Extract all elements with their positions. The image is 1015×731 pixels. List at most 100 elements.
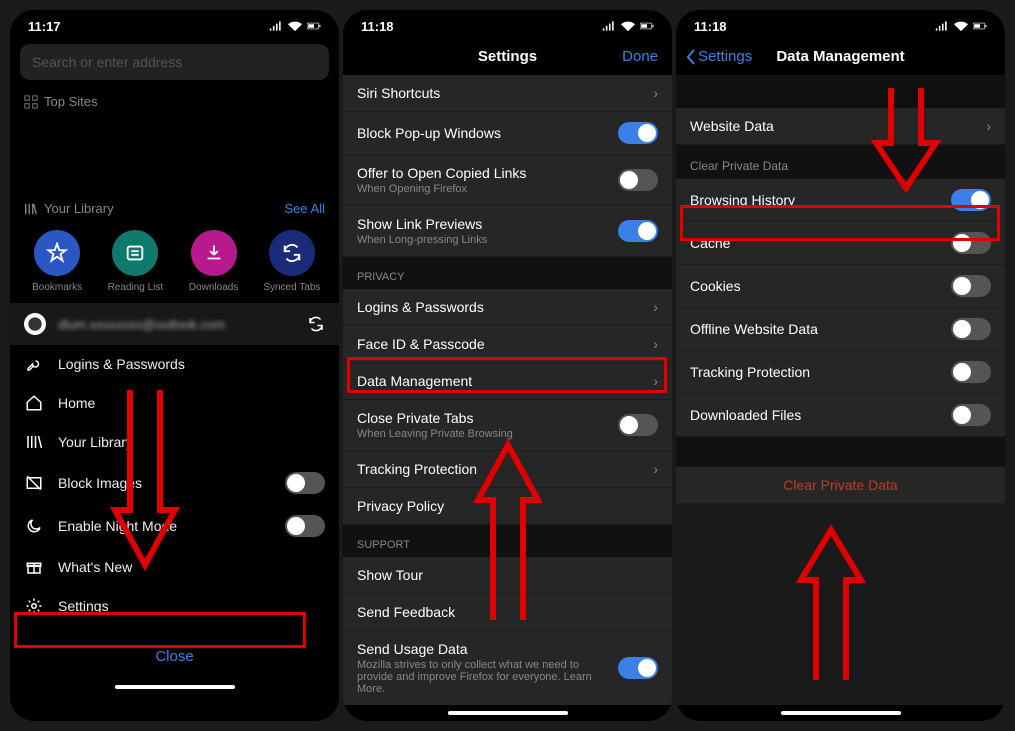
block-popups-toggle[interactable] bbox=[618, 122, 658, 144]
row-downloaded-files[interactable]: Downloaded Files bbox=[676, 394, 1005, 437]
lib-bookmarks[interactable]: Bookmarks bbox=[22, 230, 92, 293]
menu-library[interactable]: Your Library bbox=[10, 423, 339, 462]
row-logins[interactable]: Logins & Passwords› bbox=[343, 289, 672, 326]
library-icon bbox=[24, 202, 38, 216]
status-time: 11:17 bbox=[28, 19, 61, 34]
cookies-toggle[interactable] bbox=[951, 275, 991, 297]
status-bar: 11:17 bbox=[10, 10, 339, 38]
row-feedback[interactable]: Send Feedback bbox=[343, 594, 672, 631]
sync-icon bbox=[281, 242, 303, 264]
block-images-icon bbox=[24, 474, 44, 492]
home-icon bbox=[24, 394, 44, 412]
home-indicator[interactable] bbox=[448, 711, 568, 715]
top-sites-label: Top Sites bbox=[44, 94, 97, 109]
row-copied-links[interactable]: Offer to Open Copied LinksWhen Opening F… bbox=[343, 155, 672, 206]
row-data-management[interactable]: Data Management› bbox=[343, 363, 672, 400]
row-cookies[interactable]: Cookies bbox=[676, 265, 1005, 308]
downloaded-toggle[interactable] bbox=[951, 404, 991, 426]
menu-night-mode[interactable]: Enable Night Mode bbox=[10, 505, 339, 548]
clear-data-header: Clear Private Data bbox=[676, 145, 1005, 179]
back-button[interactable]: Settings bbox=[686, 48, 752, 65]
menu-home[interactable]: Home bbox=[10, 384, 339, 423]
row-cache[interactable]: Cache bbox=[676, 222, 1005, 265]
account-email: dlum.xxxxxxxx@outlook.com bbox=[58, 317, 295, 332]
clear-private-data-button[interactable]: Clear Private Data bbox=[676, 467, 1005, 504]
offline-toggle[interactable] bbox=[951, 318, 991, 340]
chevron-right-icon: › bbox=[653, 336, 658, 352]
row-tracking-protection[interactable]: Tracking Protection bbox=[676, 351, 1005, 394]
home-indicator[interactable] bbox=[781, 711, 901, 715]
status-icons bbox=[602, 20, 654, 32]
row-website-data[interactable]: Website Data› bbox=[676, 108, 1005, 145]
tracking-toggle[interactable] bbox=[951, 361, 991, 383]
close-button[interactable]: Close bbox=[20, 634, 329, 679]
row-faceid[interactable]: Face ID & Passcode› bbox=[343, 326, 672, 363]
row-show-tour[interactable]: Show Tour bbox=[343, 557, 672, 594]
night-mode-toggle[interactable] bbox=[285, 515, 325, 537]
chevron-right-icon: › bbox=[653, 461, 658, 477]
block-images-toggle[interactable] bbox=[285, 472, 325, 494]
status-icons bbox=[935, 20, 987, 32]
chevron-right-icon: › bbox=[986, 118, 991, 134]
row-close-private[interactable]: Close Private TabsWhen Leaving Private B… bbox=[343, 400, 672, 451]
wifi-icon bbox=[288, 20, 302, 32]
battery-icon bbox=[973, 20, 987, 32]
signal-icon bbox=[602, 20, 616, 32]
nav-title: Data Management bbox=[776, 48, 904, 65]
menu-block-images[interactable]: Block Images bbox=[10, 462, 339, 505]
usage-toggle[interactable] bbox=[618, 657, 658, 679]
row-siri[interactable]: Siri Shortcuts› bbox=[343, 75, 672, 112]
wifi-icon bbox=[954, 20, 968, 32]
copied-links-toggle[interactable] bbox=[618, 169, 658, 191]
status-time: 11:18 bbox=[361, 19, 394, 34]
lib-downloads[interactable]: Downloads bbox=[179, 230, 249, 293]
avatar-icon bbox=[24, 313, 46, 335]
row-block-popups[interactable]: Block Pop-up Windows bbox=[343, 112, 672, 155]
status-bar: 11:18 bbox=[676, 10, 1005, 38]
close-private-toggle[interactable] bbox=[618, 414, 658, 436]
phone-3-data-management: 11:18 Settings Data Management Website D… bbox=[676, 10, 1005, 721]
lib-reading-list[interactable]: Reading List bbox=[100, 230, 170, 293]
signal-icon bbox=[935, 20, 949, 32]
row-browsing-history[interactable]: Browsing History bbox=[676, 179, 1005, 222]
library-icon bbox=[24, 433, 44, 451]
done-button[interactable]: Done bbox=[622, 48, 658, 65]
menu-logins[interactable]: Logins & Passwords bbox=[10, 345, 339, 384]
nav-bar: Settings Done bbox=[343, 38, 672, 75]
nav-title: Settings bbox=[478, 48, 537, 65]
phone-2-settings: 11:18 Settings Done Siri Shortcuts› Bloc… bbox=[343, 10, 672, 721]
star-icon bbox=[46, 242, 68, 264]
moon-icon bbox=[24, 517, 44, 535]
cache-toggle[interactable] bbox=[951, 232, 991, 254]
browsing-toggle[interactable] bbox=[951, 189, 991, 211]
menu-settings[interactable]: Settings bbox=[10, 587, 339, 626]
row-tracking[interactable]: Tracking Protection› bbox=[343, 451, 672, 488]
row-link-previews[interactable]: Show Link PreviewsWhen Long-pressing Lin… bbox=[343, 206, 672, 257]
link-previews-toggle[interactable] bbox=[618, 220, 658, 242]
gear-icon bbox=[24, 597, 44, 615]
see-all-link[interactable]: See All bbox=[285, 201, 325, 216]
battery-icon bbox=[640, 20, 654, 32]
chevron-right-icon: › bbox=[653, 373, 658, 389]
account-row[interactable]: dlum.xxxxxxxx@outlook.com bbox=[10, 303, 339, 345]
phone-1-menu: 11:17 Search or enter address Top Sites … bbox=[10, 10, 339, 721]
download-icon bbox=[203, 242, 225, 264]
row-usage[interactable]: Send Usage DataMozilla strives to only c… bbox=[343, 631, 672, 705]
menu-whats-new[interactable]: What's New bbox=[10, 548, 339, 587]
lib-synced-tabs[interactable]: Synced Tabs bbox=[257, 230, 327, 293]
status-time: 11:18 bbox=[694, 19, 727, 34]
refresh-icon[interactable] bbox=[307, 315, 325, 333]
chevron-right-icon: › bbox=[653, 85, 658, 101]
key-icon bbox=[24, 355, 44, 373]
row-privacy-policy[interactable]: Privacy Policy bbox=[343, 488, 672, 525]
row-offline-data[interactable]: Offline Website Data bbox=[676, 308, 1005, 351]
top-sites-area bbox=[10, 117, 339, 197]
home-indicator[interactable] bbox=[115, 685, 235, 689]
search-input[interactable]: Search or enter address bbox=[20, 44, 329, 80]
nav-bar: Settings Data Management bbox=[676, 38, 1005, 75]
library-header: Your Library bbox=[24, 201, 114, 216]
status-icons bbox=[269, 20, 321, 32]
gift-icon bbox=[24, 558, 44, 576]
support-header: SUPPORT bbox=[343, 525, 672, 557]
chevron-left-icon bbox=[686, 49, 696, 65]
